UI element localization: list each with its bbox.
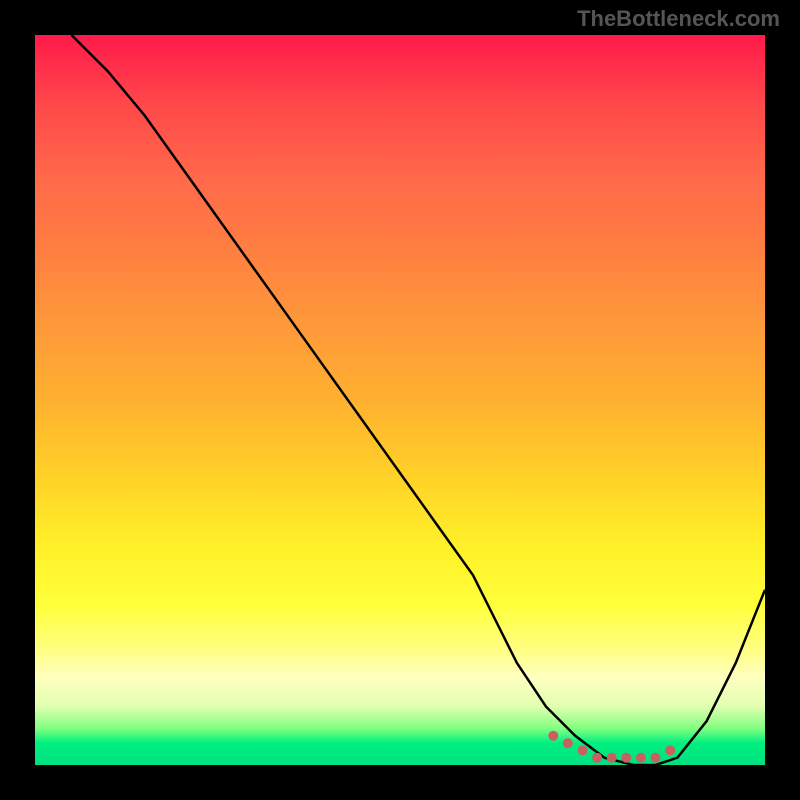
trough-dot — [548, 731, 558, 741]
trough-dot — [563, 738, 573, 748]
trough-dot — [607, 753, 617, 763]
trough-dot — [665, 745, 675, 755]
chart-svg — [35, 35, 765, 765]
trough-dot — [592, 753, 602, 763]
bottleneck-curve-line — [72, 35, 766, 765]
chart-plot-area — [35, 35, 765, 765]
trough-dots — [548, 731, 675, 763]
trough-dot — [621, 753, 631, 763]
watermark-text: TheBottleneck.com — [577, 6, 780, 32]
trough-dot — [578, 745, 588, 755]
trough-dot — [636, 753, 646, 763]
trough-dot — [651, 753, 661, 763]
